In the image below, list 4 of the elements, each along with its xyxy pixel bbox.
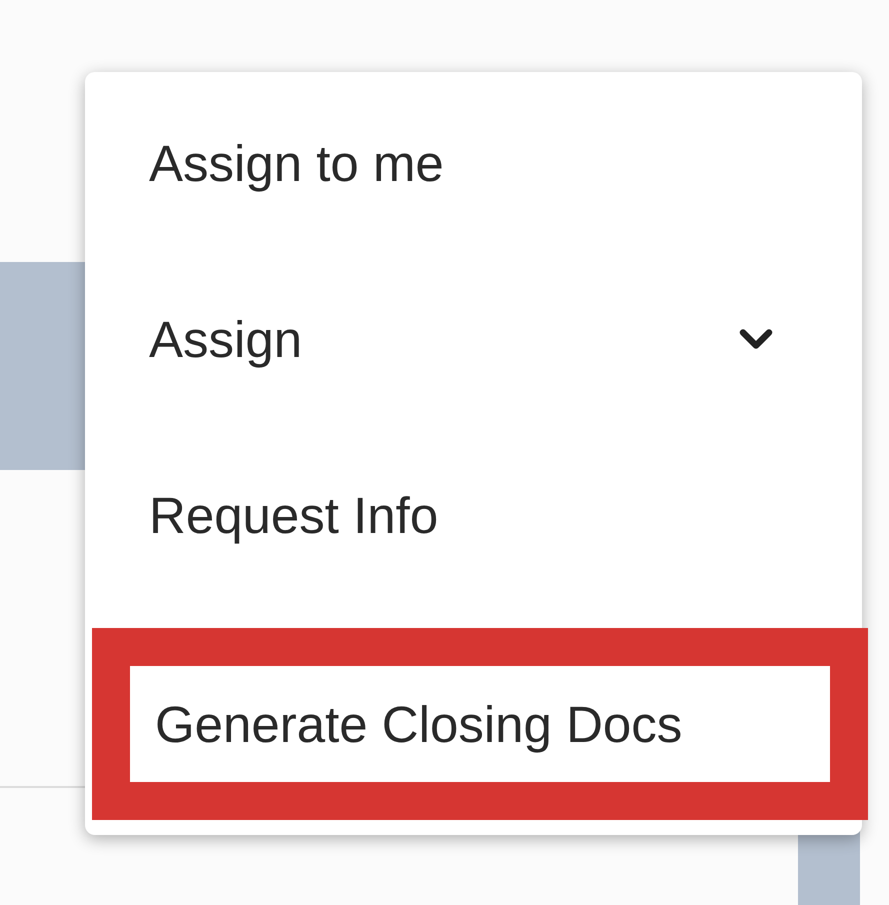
menu-item[interactable]: Request Info xyxy=(85,427,862,603)
menu-item[interactable]: Assign to me xyxy=(85,75,862,251)
menu-item[interactable]: Generate Closing Docs xyxy=(92,628,868,820)
menu-item[interactable]: Assign xyxy=(85,251,862,427)
